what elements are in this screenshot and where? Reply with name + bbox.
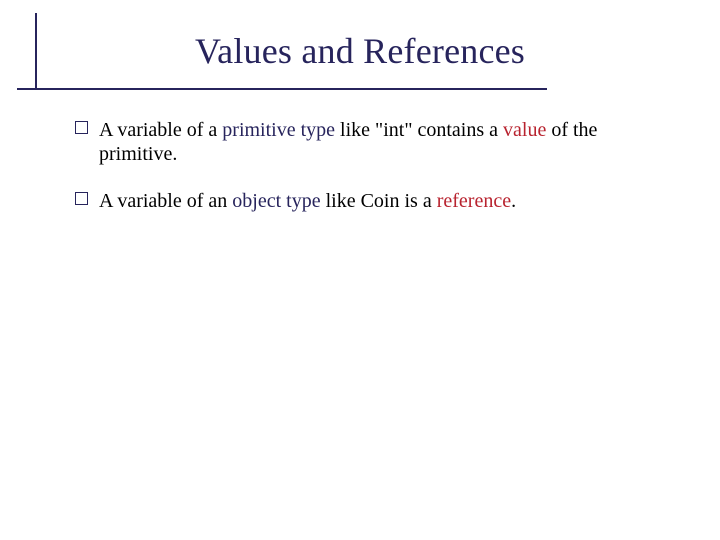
square-bullet-icon — [75, 121, 88, 134]
slide-body: A variable of a primitive type like "int… — [75, 118, 665, 235]
slide: Values and References A variable of a pr… — [0, 0, 720, 540]
title-wrap: Values and References — [0, 30, 720, 72]
bullet-item: A variable of an object type like Coin i… — [75, 189, 665, 213]
bullet-text-em2: reference — [437, 190, 511, 212]
ornament-horizontal — [17, 88, 547, 90]
bullet-text-post: . — [511, 190, 516, 212]
title-ornament — [0, 88, 720, 118]
square-bullet-icon — [75, 192, 88, 205]
bullet-text-em2: value — [503, 119, 546, 141]
bullet-text-em1: primitive type — [222, 119, 335, 141]
bullet-text-pre: A variable of a — [99, 119, 222, 141]
bullet-item: A variable of a primitive type like "int… — [75, 118, 665, 167]
bullet-text-em1: object type — [232, 190, 320, 212]
bullet-text-pre: A variable of an — [99, 190, 232, 212]
bullet-text-mid: like Coin is a — [321, 190, 437, 212]
slide-title: Values and References — [0, 30, 720, 72]
bullet-text-mid: like "int" contains a — [335, 119, 503, 141]
